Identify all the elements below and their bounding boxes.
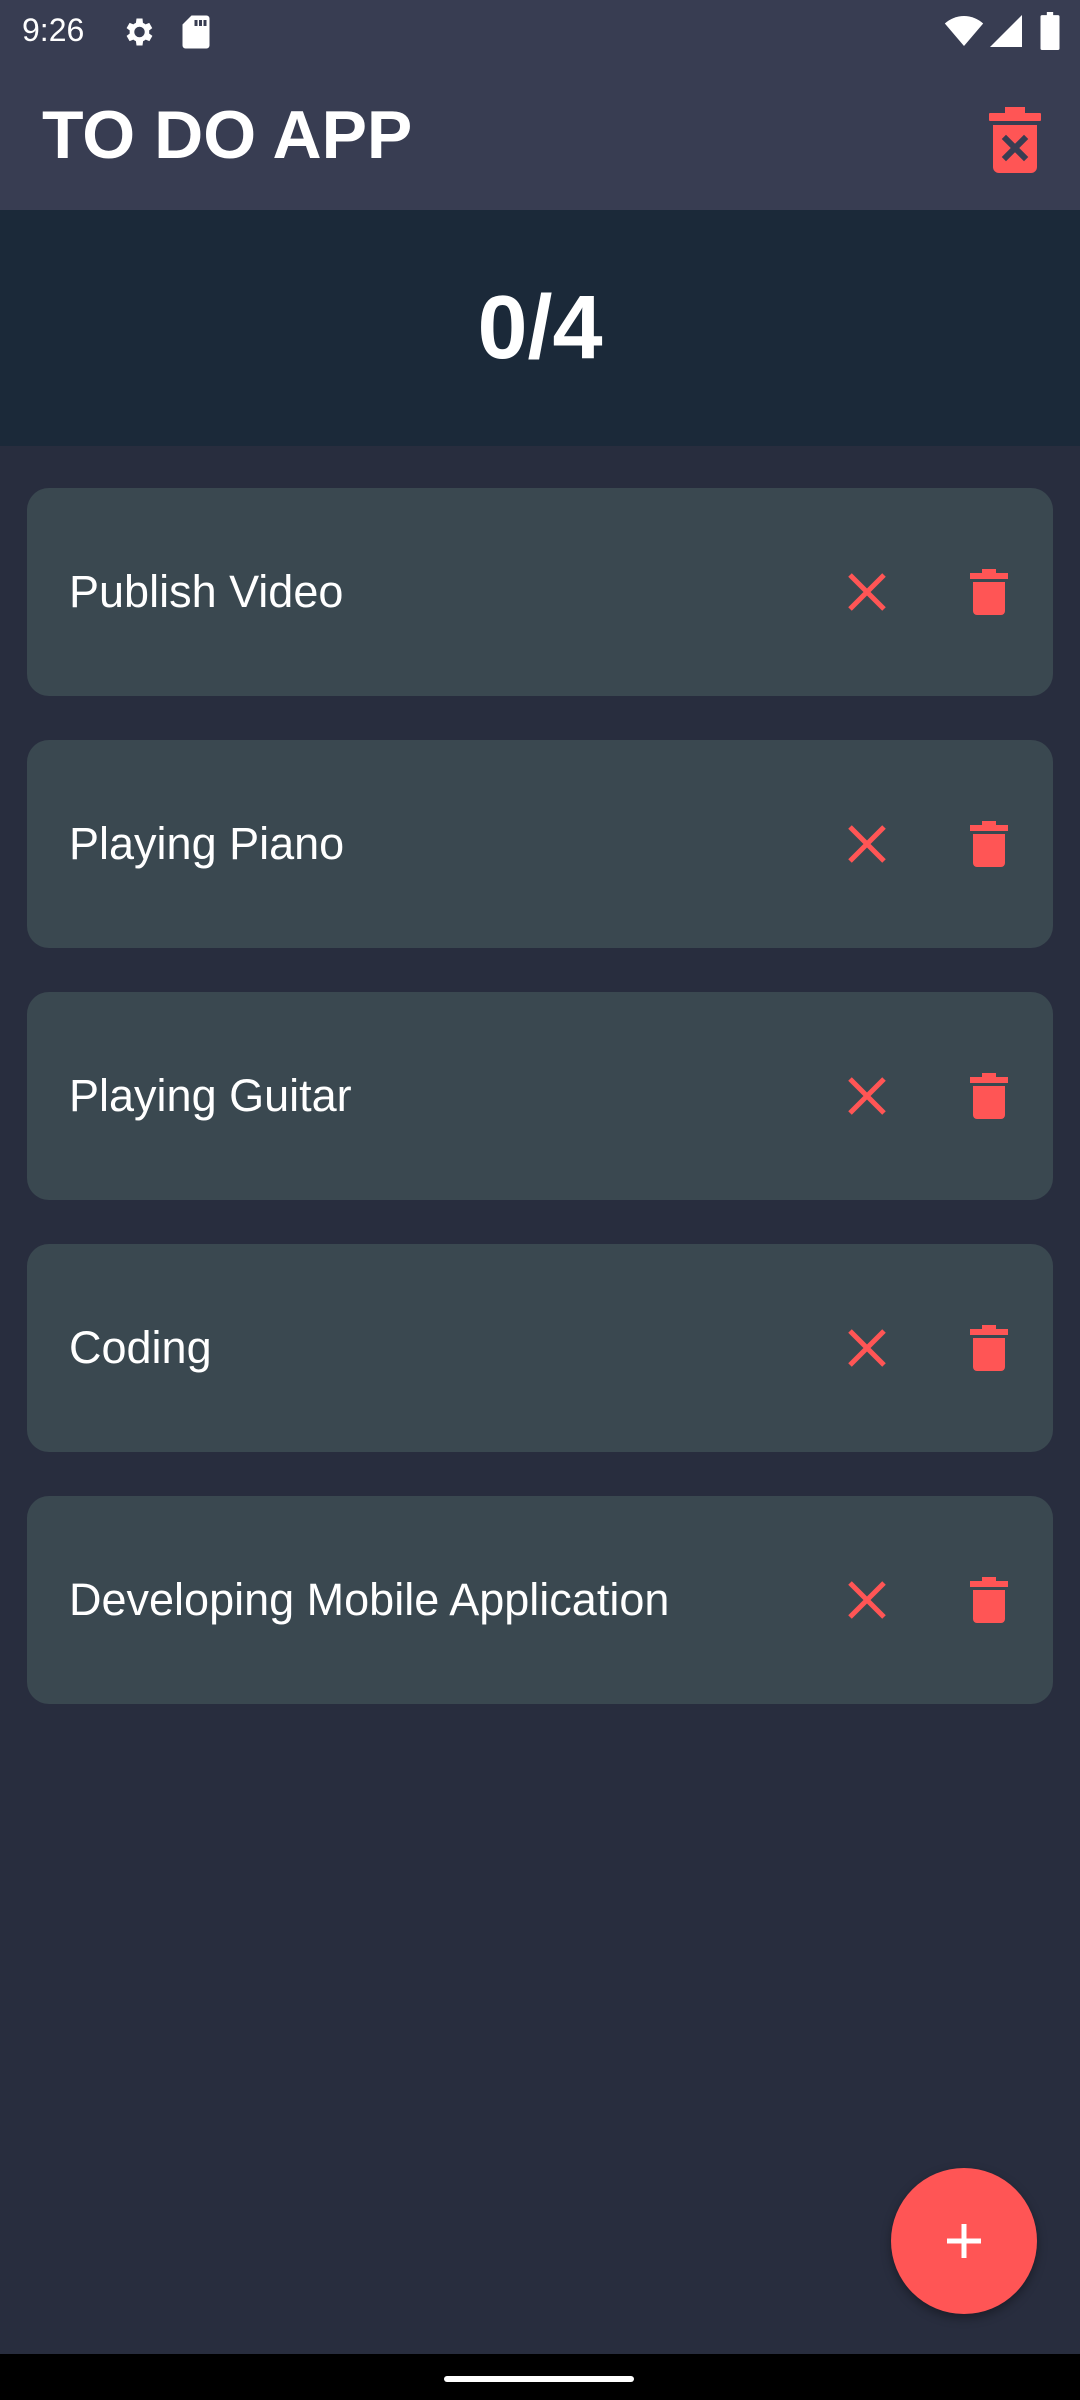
task-card[interactable]: Playing Guitar [27,992,1053,1200]
delete-task-button[interactable] [959,1060,1019,1132]
task-card[interactable]: Publish Video [27,488,1053,696]
wifi-icon [944,16,984,46]
mark-done-button[interactable] [835,1316,899,1380]
trash-icon [970,569,1008,615]
sd-card-icon [182,15,210,49]
task-card[interactable]: Playing Piano [27,740,1053,948]
task-card[interactable]: Coding [27,1244,1053,1452]
task-label: Developing Mobile Application [69,1574,670,1625]
add-task-button[interactable] [891,2168,1037,2314]
task-label: Publish Video [69,566,344,617]
close-icon [848,1077,886,1115]
mark-done-button[interactable] [835,560,899,624]
task-label: Playing Piano [69,818,345,869]
counter-panel: 0/4 [0,210,1080,446]
delete-task-button[interactable] [959,1564,1019,1636]
close-icon [848,1581,886,1619]
battery-icon [1040,12,1060,50]
trash-icon [970,1073,1008,1119]
trash-icon [970,1577,1008,1623]
task-list: Publish Video Playing Piano Playing Guit… [27,488,1053,1748]
signal-icon [990,15,1022,47]
mark-done-button[interactable] [835,1568,899,1632]
trash-x-icon [989,107,1041,173]
close-icon [848,825,886,863]
navigation-bar [0,2354,1080,2400]
close-icon [848,1329,886,1367]
task-card[interactable]: Developing Mobile Application [27,1496,1053,1704]
completed-counter: 0/4 [477,277,603,378]
task-label: Playing Guitar [69,1070,352,1121]
clear-all-button[interactable] [980,100,1050,180]
app-title: TO DO APP [42,97,413,173]
delete-task-button[interactable] [959,808,1019,880]
mark-done-button[interactable] [835,812,899,876]
delete-task-button[interactable] [959,556,1019,628]
delete-task-button[interactable] [959,1312,1019,1384]
plus-icon [947,2224,981,2258]
home-gesture-handle[interactable] [444,2376,634,2382]
mark-done-button[interactable] [835,1064,899,1128]
close-icon [848,573,886,611]
status-time: 9:26 [22,12,85,48]
screen: 9:26 TO DO APP 0/4 Publish Video Playing… [0,0,1080,2400]
trash-icon [970,1325,1008,1371]
status-bar: 9:26 [0,0,1080,64]
app-bar: TO DO APP [0,64,1080,210]
task-label: Coding [69,1322,212,1373]
trash-icon [970,821,1008,867]
gear-icon [126,18,153,46]
